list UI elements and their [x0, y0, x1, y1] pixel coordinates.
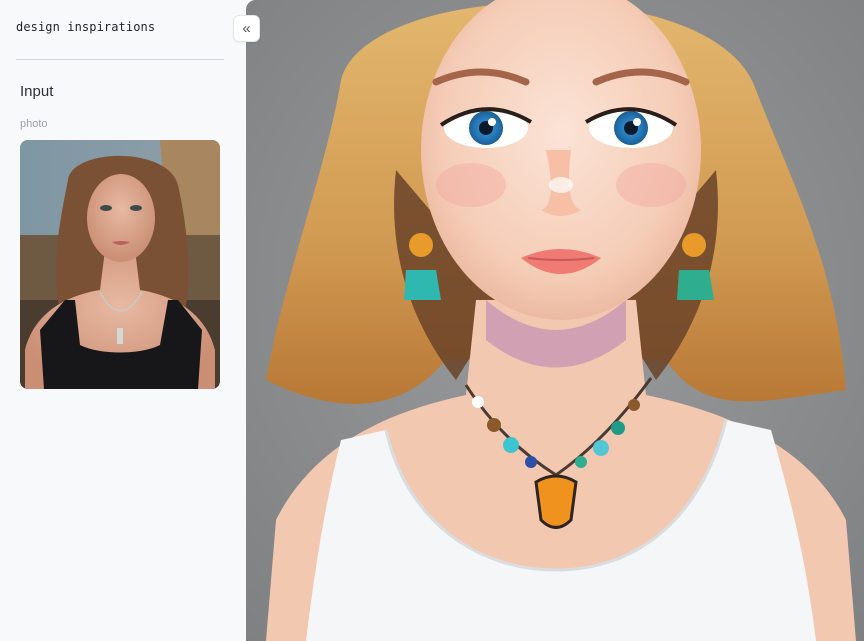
output-image[interactable] — [246, 0, 864, 641]
collapse-sidebar-button[interactable]: « — [233, 15, 260, 42]
input-section-title: Input — [20, 83, 54, 100]
sidebar-divider — [16, 59, 224, 60]
brand-title: design inspirations — [16, 20, 156, 34]
sidebar: design inspirations Input photo — [0, 0, 240, 641]
app-root: design inspirations Input photo « — [0, 0, 864, 641]
chevrons-left-icon: « — [242, 20, 251, 37]
output-image-illustration — [246, 0, 864, 641]
input-photo-illustration — [20, 140, 220, 389]
input-photo[interactable] — [20, 140, 220, 389]
photo-field-label: photo — [20, 118, 48, 130]
